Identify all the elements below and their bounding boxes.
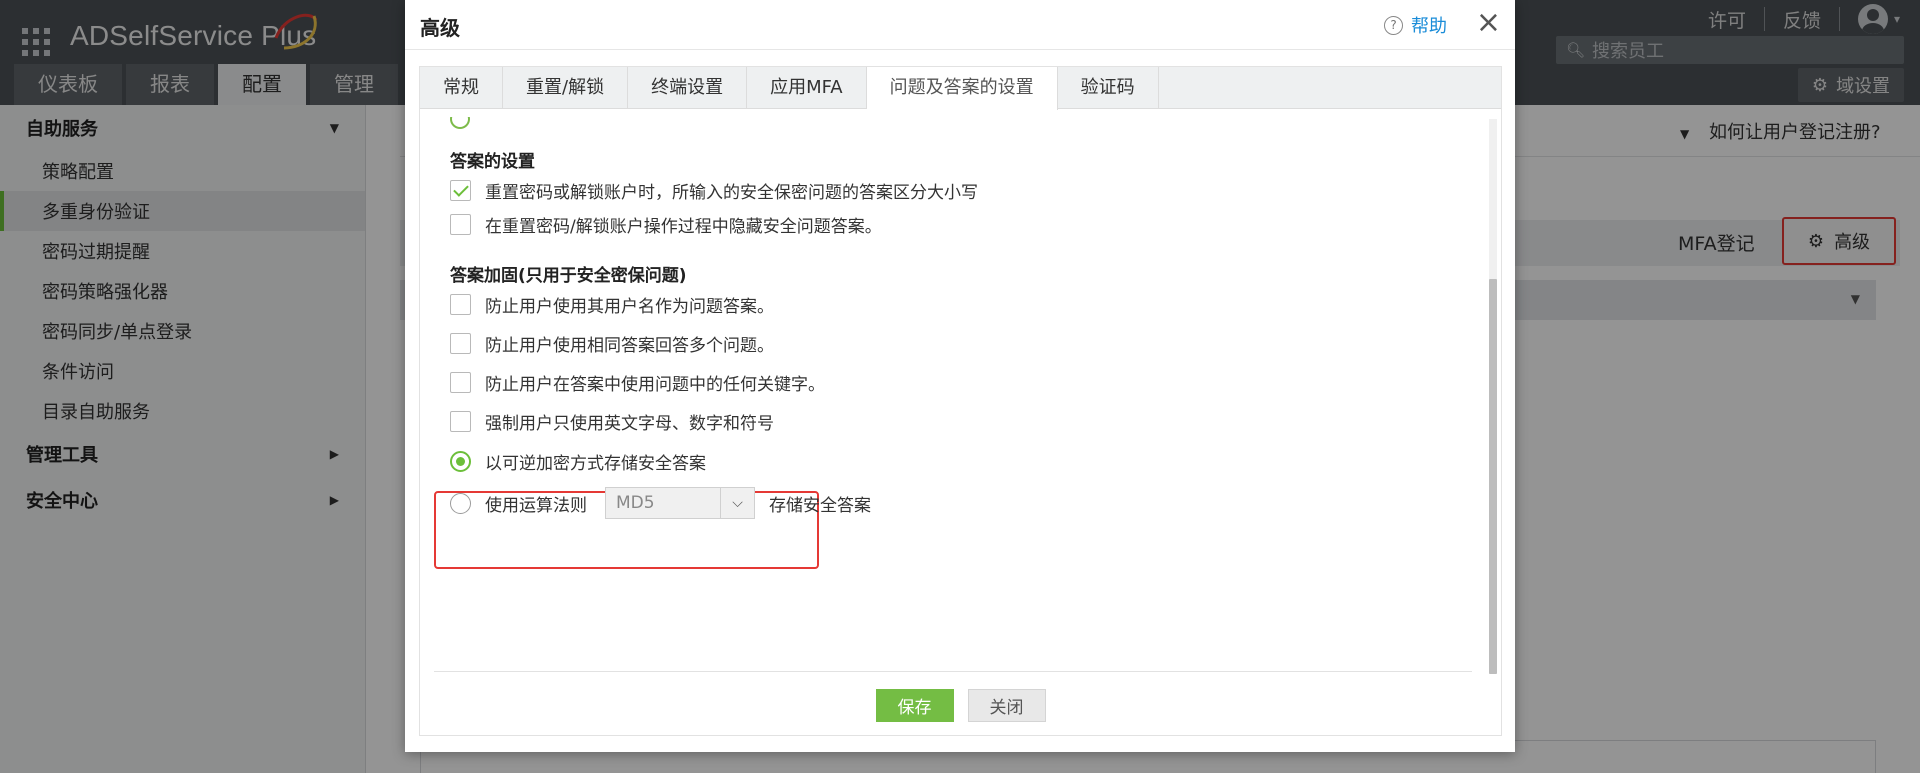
option-no-duplicate-answers[interactable]: 防止用户使用相同答案回答多个问题。 (450, 331, 774, 356)
dialog-footer: 保存 关闭 (420, 689, 1501, 722)
option-label: 重置密码或解锁账户时，所输入的安全保密问题的答案区分大小写 (485, 183, 978, 203)
option-label: 存储安全答案 (769, 495, 871, 516)
option-label: 强制用户只使用英文字母、数字和符号 (485, 414, 774, 434)
algorithm-value: MD5 (616, 493, 655, 513)
tab-general[interactable]: 常规 (420, 67, 503, 109)
algorithm-select[interactable]: MD5 ⌵ (605, 487, 755, 519)
option-label: 防止用户在答案中使用问题中的任何关键字。 (485, 375, 825, 395)
partially-visible-option (450, 117, 470, 129)
help-icon: ? (1384, 15, 1403, 35)
save-button[interactable]: 保存 (875, 689, 954, 722)
option-case-sensitive[interactable]: 重置密码或解锁账户时，所输入的安全保密问题的答案区分大小写 (450, 178, 978, 203)
option-no-username[interactable]: 防止用户使用其用户名作为问题答案。 (450, 292, 774, 317)
scrollbar[interactable] (1489, 119, 1497, 674)
settings-scroll-area[interactable]: 答案的设置 重置密码或解锁账户时，所输入的安全保密问题的答案区分大小写 在重置密… (434, 117, 1472, 672)
dialog-body: 常规 重置/解锁 终端设置 应用MFA 问题及答案的设置 验证码 答案的设置 重… (419, 66, 1502, 736)
close-icon[interactable]: × (1476, 6, 1501, 40)
help-label: 帮助 (1411, 16, 1447, 37)
dialog-title: 高级 (420, 16, 460, 40)
answer-hardening-title: 答案加固(只用于安全密保问题) (450, 266, 687, 286)
answer-settings-title: 答案的设置 (450, 152, 535, 172)
scrollbar-thumb[interactable] (1489, 279, 1497, 674)
option-hash-algorithm[interactable]: 使用运算法则 MD5 ⌵ 存储安全答案 (450, 487, 871, 519)
reversible-encryption-radio[interactable] (450, 451, 471, 472)
advanced-settings-dialog: 高级 ? 帮助 × 常规 重置/解锁 终端设置 应用MFA 问题及答案的设置 验… (405, 0, 1515, 752)
option-label: 使用运算法则 (485, 495, 587, 516)
option-label: 在重置密码/解锁账户操作过程中隐藏安全问题答案。 (485, 217, 882, 237)
close-button[interactable]: 关闭 (967, 689, 1046, 722)
option-ascii-only[interactable]: 强制用户只使用英文字母、数字和符号 (450, 409, 774, 434)
no-duplicate-answers-checkbox[interactable] (450, 333, 471, 354)
option-label: 防止用户使用相同答案回答多个问题。 (485, 336, 774, 356)
hide-answers-checkbox[interactable] (450, 214, 471, 235)
option-label: 以可逆加密方式存储安全答案 (485, 454, 706, 474)
option-label: 防止用户使用其用户名作为问题答案。 (485, 297, 774, 317)
help-link[interactable]: ? 帮助 (1384, 12, 1447, 38)
no-username-checkbox[interactable] (450, 294, 471, 315)
tab-qa-settings[interactable]: 问题及答案的设置 (866, 67, 1058, 110)
option-hide-answers[interactable]: 在重置密码/解锁账户操作过程中隐藏安全问题答案。 (450, 212, 882, 237)
tab-reset-unlock[interactable]: 重置/解锁 (503, 67, 629, 109)
option-no-question-keywords[interactable]: 防止用户在答案中使用问题中的任何关键字。 (450, 370, 825, 395)
hash-algorithm-radio[interactable] (450, 492, 471, 514)
radio-button[interactable] (450, 117, 470, 129)
tab-endpoint-settings[interactable]: 终端设置 (628, 67, 748, 109)
chevron-down-icon[interactable]: ⌵ (720, 488, 754, 518)
no-question-keywords-checkbox[interactable] (450, 372, 471, 393)
option-reversible-encryption[interactable]: 以可逆加密方式存储安全答案 (450, 449, 706, 474)
ascii-only-checkbox[interactable] (450, 411, 471, 432)
case-sensitive-checkbox[interactable] (450, 180, 471, 201)
dialog-header: 高级 ? 帮助 × (405, 0, 1515, 50)
dialog-tabs: 常规 重置/解锁 终端设置 应用MFA 问题及答案的设置 验证码 (420, 67, 1501, 110)
tab-captcha[interactable]: 验证码 (1058, 67, 1159, 109)
tab-app-mfa[interactable]: 应用MFA (747, 67, 867, 109)
